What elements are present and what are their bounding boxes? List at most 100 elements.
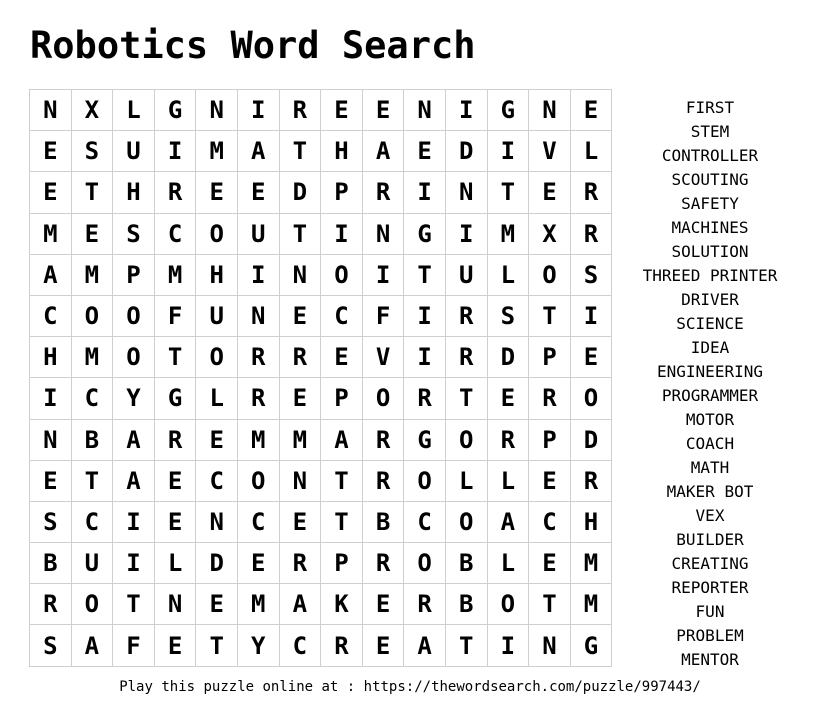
word-list-item: BUILDER xyxy=(676,530,744,549)
grid-cell: I xyxy=(403,336,446,379)
word-list-item: THREED PRINTER xyxy=(642,266,778,285)
grid-cell: R xyxy=(361,459,405,502)
grid-cell: S xyxy=(29,500,72,544)
word-list-item: CREATING xyxy=(671,554,749,573)
grid-cell: R xyxy=(403,583,446,626)
grid-cell: V xyxy=(528,130,571,173)
grid-cell: E xyxy=(153,500,197,544)
grid-cell: R xyxy=(278,542,322,585)
grid-cell: L xyxy=(153,542,197,585)
grid-cell: I xyxy=(444,88,488,132)
grid-cell: F xyxy=(112,624,155,667)
grid-cell: U xyxy=(112,130,155,173)
grid-cell: I xyxy=(320,212,363,255)
word-list-item: DRIVER xyxy=(681,290,739,309)
grid-cell: C xyxy=(403,500,446,544)
grid-cell: I xyxy=(403,171,446,214)
grid-cell: O xyxy=(70,294,114,338)
grid-cell: A xyxy=(361,130,405,173)
grid-cell: R xyxy=(236,377,280,420)
grid-cell: O xyxy=(195,336,238,379)
grid-cell: H xyxy=(112,171,155,214)
grid-cell: E xyxy=(569,88,613,132)
grid-cell: R xyxy=(278,88,322,132)
grid-cell: O xyxy=(320,253,363,296)
grid-cell: O xyxy=(403,542,446,585)
grid-cell: B xyxy=(70,418,114,461)
grid-cell: P xyxy=(320,377,363,420)
grid-cell: C xyxy=(278,624,322,667)
grid-cell: G xyxy=(403,212,446,255)
grid-cell: C xyxy=(70,500,114,544)
grid-row: AMPMHINOITULOS xyxy=(29,253,613,296)
grid-cell: A xyxy=(70,624,114,667)
grid-cell: Y xyxy=(112,377,155,420)
grid-cell: H xyxy=(29,336,72,379)
grid-cell: A xyxy=(320,418,363,461)
grid-cell: S xyxy=(569,253,613,296)
grid-cell: D xyxy=(569,418,613,461)
grid-cell: T xyxy=(528,583,571,626)
grid-cell: T xyxy=(70,459,114,502)
grid-cell: A xyxy=(278,583,322,626)
grid-cell: A xyxy=(486,500,530,544)
grid-cell: T xyxy=(528,294,571,338)
grid-row: ICYGLREPORTERO xyxy=(29,377,613,420)
grid-cell: T xyxy=(195,624,238,667)
grid-cell: S xyxy=(70,130,114,173)
word-list-item: MOTOR xyxy=(685,410,735,429)
grid-cell: I xyxy=(444,212,488,255)
grid-cell: D xyxy=(278,171,322,214)
grid-cell: E xyxy=(403,130,446,173)
grid-cell: O xyxy=(361,377,405,420)
grid-cell: R xyxy=(278,336,322,379)
grid-cell: M xyxy=(236,418,280,461)
grid-cell: N xyxy=(278,253,322,296)
word-list-item: FUN xyxy=(695,602,725,621)
grid-cell: C xyxy=(528,500,571,544)
grid-cell: R xyxy=(153,418,197,461)
grid-cell: O xyxy=(444,500,488,544)
grid-cell: D xyxy=(444,130,488,173)
grid-cell: N xyxy=(195,500,238,544)
grid-cell: N xyxy=(195,88,238,132)
grid-cell: R xyxy=(444,294,488,338)
grid-cell: E xyxy=(361,583,405,626)
grid-cell: T xyxy=(320,500,363,544)
grid-cell: E xyxy=(70,212,114,255)
word-list-item: MAKER BOT xyxy=(666,482,754,501)
grid-cell: E xyxy=(528,171,571,214)
grid-cell: F xyxy=(361,294,405,338)
grid-cell: I xyxy=(112,542,155,585)
letter-grid: NXLGNIREENIGNEESUIMATHAEDIVLETHREEDPRINT… xyxy=(29,88,613,667)
grid-cell: E xyxy=(528,542,571,585)
grid-cell: N xyxy=(444,171,488,214)
grid-cell: R xyxy=(486,418,530,461)
grid-cell: X xyxy=(528,212,571,255)
word-list-item: SOLUTION xyxy=(671,242,749,261)
grid-cell: S xyxy=(112,212,155,255)
grid-cell: B xyxy=(444,583,488,626)
grid-cell: E xyxy=(236,171,280,214)
grid-cell: M xyxy=(195,130,238,173)
grid-cell: M xyxy=(70,336,114,379)
grid-row: NXLGNIREENIGNE xyxy=(29,88,613,132)
grid-cell: N xyxy=(403,88,446,132)
grid-cell: E xyxy=(320,88,363,132)
grid-cell: T xyxy=(278,212,322,255)
puzzle-title: Robotics Word Search xyxy=(30,24,476,67)
grid-cell: K xyxy=(320,583,363,626)
grid-cell: A xyxy=(112,418,155,461)
word-list-item: ENGINEERING xyxy=(657,362,763,381)
grid-cell: E xyxy=(29,130,72,173)
grid-cell: O xyxy=(486,583,530,626)
grid-cell: D xyxy=(195,542,238,585)
grid-cell: N xyxy=(528,88,571,132)
grid-cell: N xyxy=(29,418,72,461)
grid-row: ESUIMATHAEDIVL xyxy=(29,130,613,173)
grid-cell: H xyxy=(569,500,613,544)
word-list-item: STEM xyxy=(690,122,730,141)
grid-cell: C xyxy=(320,294,363,338)
grid-cell: L xyxy=(486,459,530,502)
grid-cell: S xyxy=(486,294,530,338)
